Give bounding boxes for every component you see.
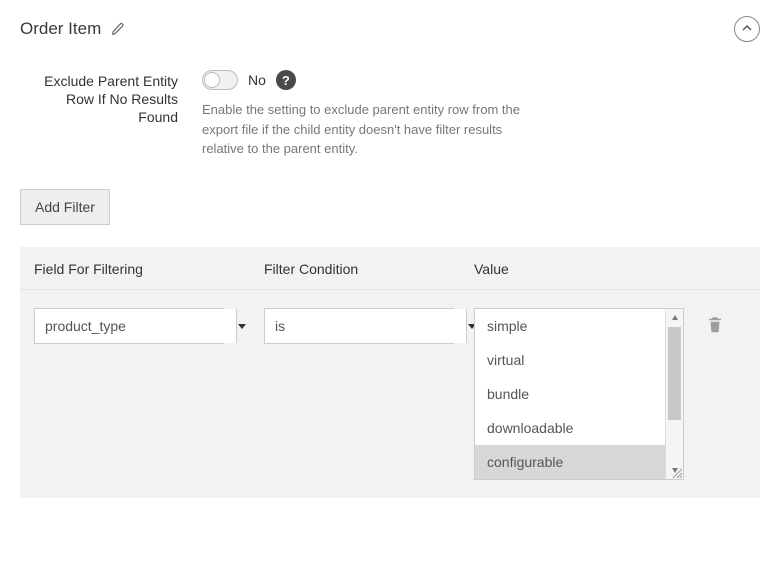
col-header-value: Value [454,261,706,277]
section-title-wrap: Order Item [20,19,125,39]
scroll-track[interactable] [666,327,683,461]
exclude-parent-label: Exclude Parent Entity Row If No Results … [34,70,202,127]
exclude-parent-setting: Exclude Parent Entity Row If No Results … [34,70,760,159]
col-header-condition: Filter Condition [244,261,454,277]
section-title: Order Item [20,19,101,39]
scroll-thumb[interactable] [668,327,681,421]
exclude-parent-control: No ? Enable the setting to exclude paren… [202,70,760,159]
col-header-field: Field For Filtering [34,261,244,277]
value-option[interactable]: simple [475,309,665,343]
exclude-parent-description: Enable the setting to exclude parent ent… [202,100,522,159]
exclude-parent-value: No [248,72,266,88]
cell-field [34,308,244,344]
help-icon[interactable]: ? [276,70,296,90]
pencil-icon[interactable] [111,22,125,36]
value-scrollbar[interactable] [665,309,683,479]
add-filter-button[interactable]: Add Filter [20,189,110,225]
toggle-knob [204,72,220,88]
value-option-selected[interactable]: configurable [475,445,665,479]
value-listbox[interactable]: simple virtual bundle downloadable confi… [474,308,684,480]
collapse-toggle[interactable] [734,16,760,42]
value-option[interactable]: downloadable [475,411,665,445]
cell-actions [706,308,746,337]
section-header: Order Item [20,16,760,42]
value-options[interactable]: simple virtual bundle downloadable confi… [475,309,665,479]
value-option[interactable]: bundle [475,377,665,411]
toggle-row: No ? [202,70,760,90]
field-dropdown[interactable] [34,308,224,344]
trash-icon[interactable] [706,314,746,337]
value-option[interactable]: virtual [475,343,665,377]
filters-header-row: Field For Filtering Filter Condition Val… [20,247,760,290]
cell-condition [244,308,454,344]
resize-grip-icon[interactable] [669,465,683,479]
cell-value: simple virtual bundle downloadable confi… [454,308,706,480]
condition-dropdown-input[interactable] [265,309,466,343]
field-dropdown-input[interactable] [35,309,236,343]
scroll-up-icon[interactable] [666,309,683,327]
condition-dropdown[interactable] [264,308,454,344]
filter-row: simple virtual bundle downloadable confi… [20,290,760,498]
filters-table: Field For Filtering Filter Condition Val… [20,247,760,498]
exclude-parent-toggle[interactable] [202,70,238,90]
